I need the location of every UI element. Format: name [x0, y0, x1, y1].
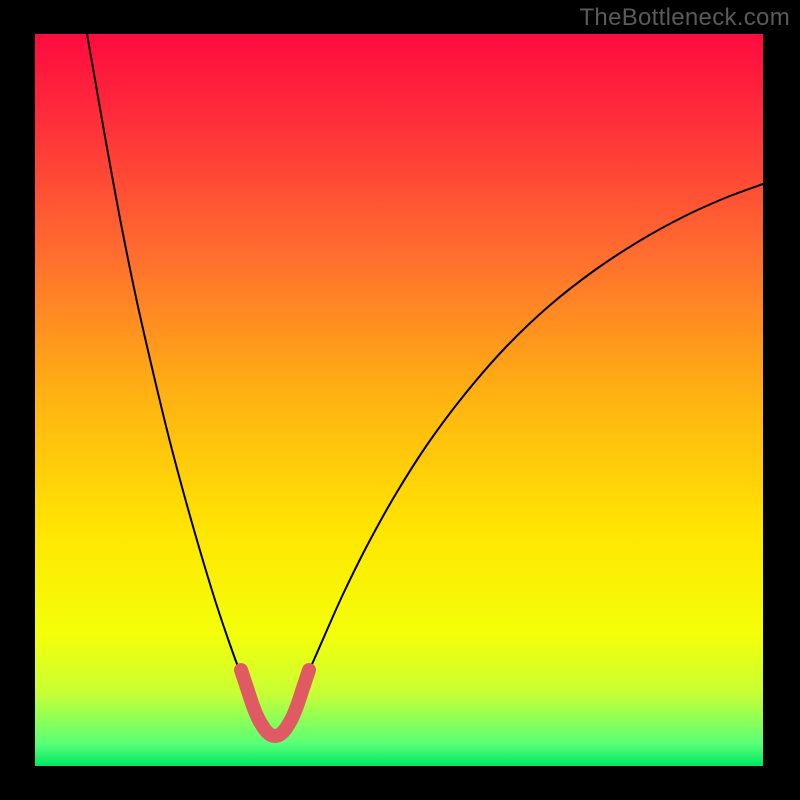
- chart-svg: [0, 0, 800, 800]
- watermark-text: TheBottleneck.com: [579, 4, 790, 32]
- chart-frame: TheBottleneck.com: [0, 0, 800, 800]
- plot-background: [35, 34, 763, 766]
